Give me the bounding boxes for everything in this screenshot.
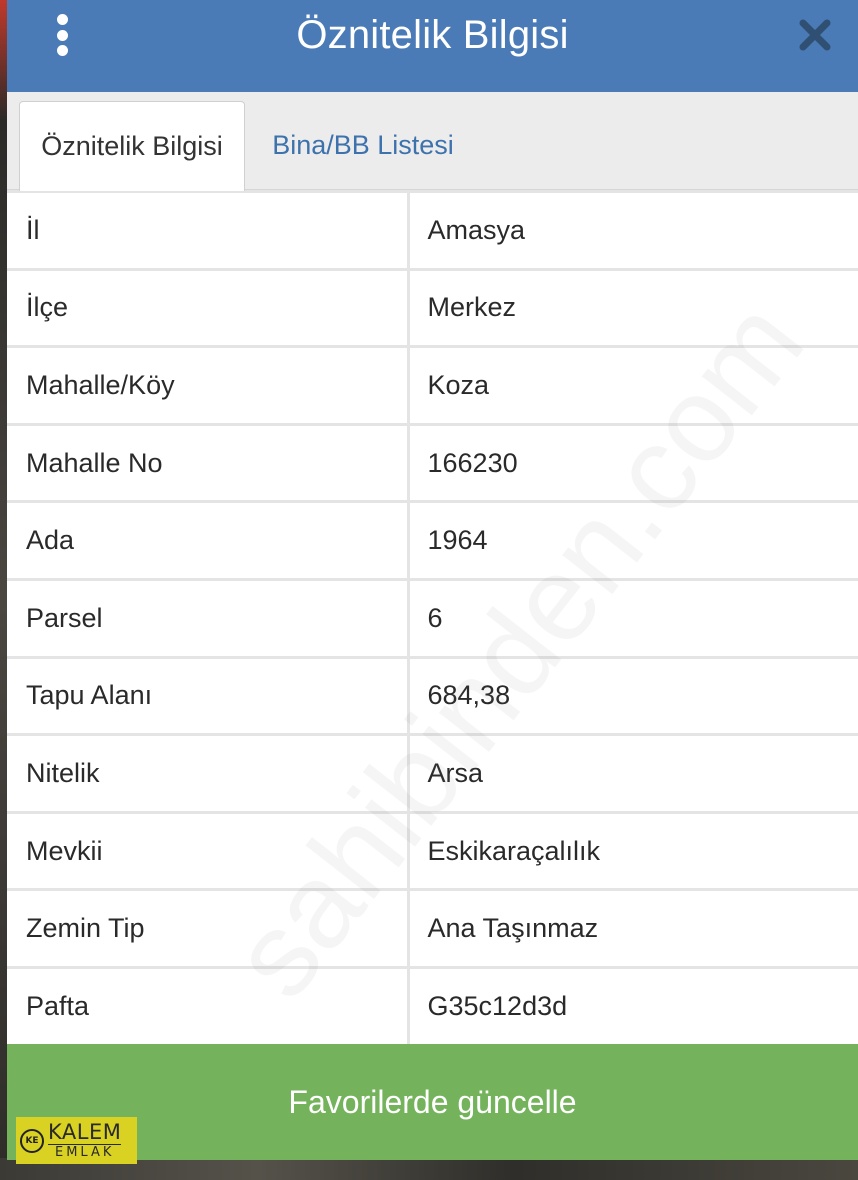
kalem-emlak-logo: KE KALEM EMLAK	[16, 1117, 137, 1164]
dialog-title: Öznitelik Bilgisi	[296, 12, 569, 57]
close-icon[interactable]	[798, 18, 832, 52]
logo-mark: KE	[20, 1128, 44, 1153]
attribute-key: Tapu Alanı	[7, 655, 410, 735]
logo-text: KALEM EMLAK	[48, 1120, 122, 1159]
attribute-value: Arsa	[408, 733, 858, 813]
attribute-value: 1964	[408, 500, 858, 580]
attribute-key: Zemin Tip	[7, 888, 410, 968]
table-row: Mahalle No 166230	[7, 422, 858, 502]
tab-label: Bina/BB Listesi	[272, 130, 454, 160]
attribute-key: Parsel	[7, 577, 410, 658]
update-favorites-label: Favorilerde güncelle	[288, 1083, 577, 1120]
table-row: Pafta G35c12d3d	[7, 965, 858, 1046]
attribute-value: Merkez	[408, 267, 858, 347]
attribute-key: Nitelik	[7, 733, 410, 813]
attribute-value: Ana Taşınmaz	[408, 888, 858, 968]
attribute-value: 684,38	[408, 655, 858, 735]
table-row: Mahalle/Köy Koza	[7, 345, 858, 425]
attribute-key: İl	[7, 190, 410, 270]
attribute-dialog: Öznitelik Bilgisi Öznitelik Bilgisi Bina…	[7, 0, 858, 1160]
table-row: Nitelik Arsa	[7, 733, 858, 813]
attribute-key: Mahalle No	[7, 422, 410, 502]
attribute-value: 166230	[408, 422, 858, 502]
attribute-key: Pafta	[7, 965, 410, 1046]
tab-building-list[interactable]: Bina/BB Listesi	[247, 101, 479, 190]
table-row: İl Amasya	[7, 190, 858, 270]
attribute-table: İl Amasya İlçe Merkez Mahalle/Köy Koza Mahalle…	[7, 190, 858, 1046]
attribute-value: 6	[408, 577, 858, 658]
attribute-value: Koza	[408, 345, 858, 425]
attribute-value: Amasya	[408, 190, 858, 270]
more-vertical-icon[interactable]	[52, 14, 72, 56]
attribute-value: Eskikaraçalılık	[408, 810, 858, 890]
table-row: Mevkii Eskikaraçalılık	[7, 810, 858, 890]
tab-label: Öznitelik Bilgisi	[41, 131, 223, 161]
attribute-key: Mahalle/Köy	[7, 345, 410, 425]
attribute-key: İlçe	[7, 267, 410, 347]
table-row: İlçe Merkez	[7, 267, 858, 347]
table-row: Zemin Tip Ana Taşınmaz	[7, 888, 858, 968]
dialog-header: Öznitelik Bilgisi	[7, 0, 858, 92]
attribute-table-wrapper: İl Amasya İlçe Merkez Mahalle/Köy Koza Mahalle…	[7, 190, 858, 1046]
table-row: Parsel 6	[7, 577, 858, 658]
attribute-value: G35c12d3d	[408, 965, 858, 1046]
logo-bottom-text: EMLAK	[48, 1144, 122, 1159]
attribute-key: Ada	[7, 500, 410, 580]
table-row: Tapu Alanı 684,38	[7, 655, 858, 735]
tab-attribute-info[interactable]: Öznitelik Bilgisi	[19, 101, 245, 191]
tab-bar: Öznitelik Bilgisi Bina/BB Listesi	[7, 92, 858, 191]
logo-top-text: KALEM	[48, 1120, 122, 1144]
table-row: Ada 1964	[7, 500, 858, 580]
attribute-key: Mevkii	[7, 810, 410, 890]
